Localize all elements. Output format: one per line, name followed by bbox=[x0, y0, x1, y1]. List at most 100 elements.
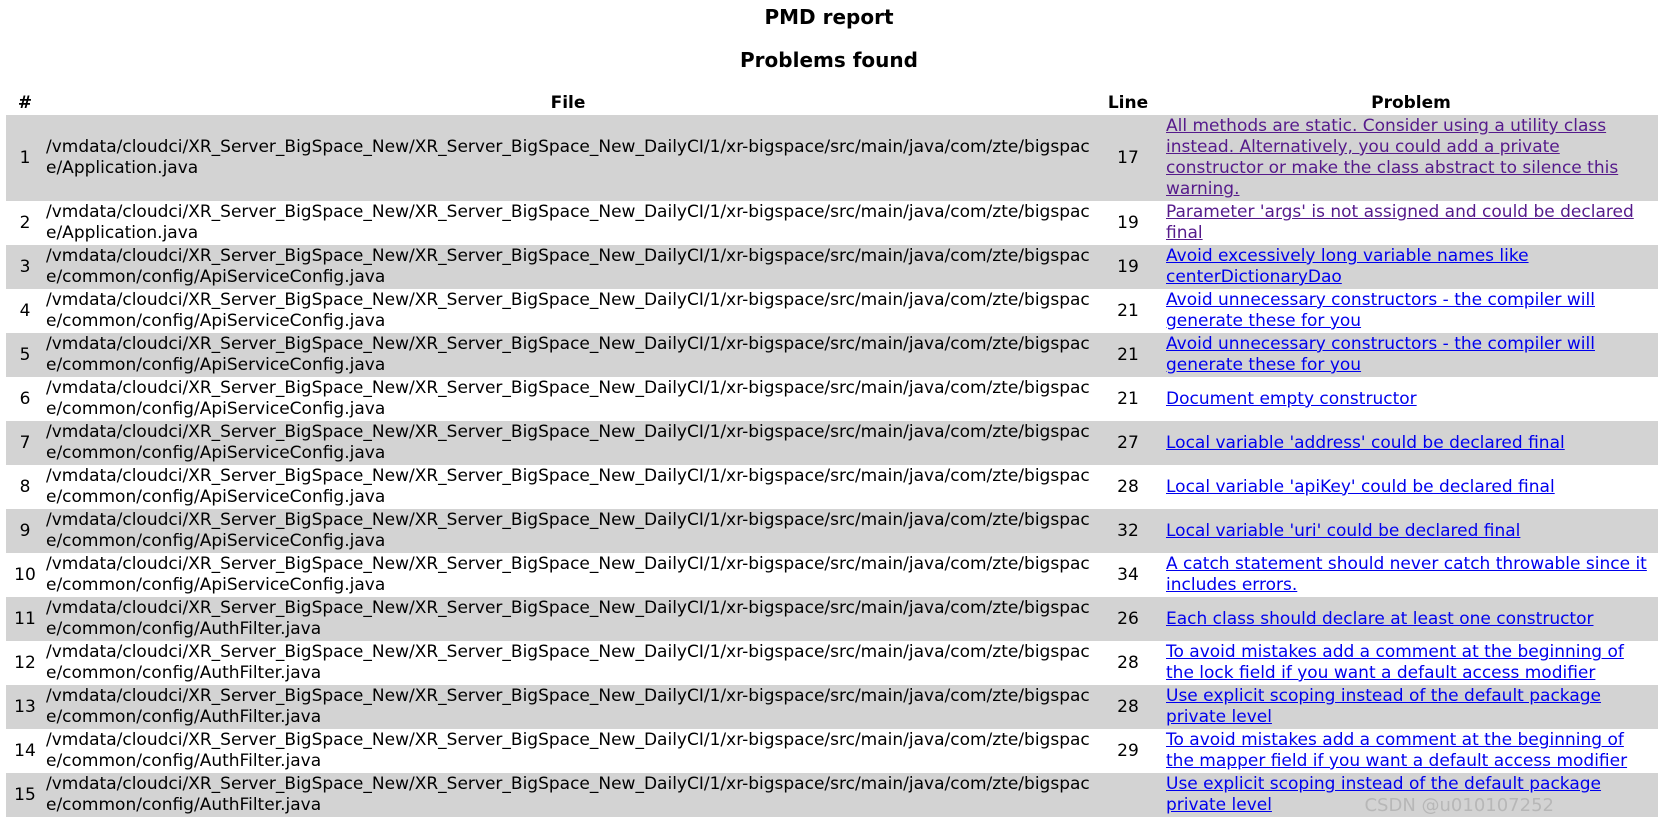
line-number: 26 bbox=[1117, 608, 1139, 629]
problem-cell: Document empty constructor bbox=[1164, 377, 1658, 421]
column-header-file: File bbox=[550, 92, 586, 113]
problem-cell: Parameter 'args' is not assigned and cou… bbox=[1164, 201, 1658, 245]
table-row: 9/vmdata/cloudci/XR_Server_BigSpace_New/… bbox=[6, 509, 1658, 553]
table-row: 6/vmdata/cloudci/XR_Server_BigSpace_New/… bbox=[6, 377, 1658, 421]
problems-table-body: 1/vmdata/cloudci/XR_Server_BigSpace_New/… bbox=[6, 115, 1658, 817]
table-row: 7/vmdata/cloudci/XR_Server_BigSpace_New/… bbox=[6, 421, 1658, 465]
table-row: 5/vmdata/cloudci/XR_Server_BigSpace_New/… bbox=[6, 333, 1658, 377]
file-path: /vmdata/cloudci/XR_Server_BigSpace_New/X… bbox=[46, 290, 1090, 331]
line-number: 21 bbox=[1117, 388, 1139, 409]
table-row: 3/vmdata/cloudci/XR_Server_BigSpace_New/… bbox=[6, 245, 1658, 289]
row-number: 12 bbox=[14, 652, 36, 673]
problem-cell: All methods are static. Consider using a… bbox=[1164, 115, 1658, 201]
file-path: /vmdata/cloudci/XR_Server_BigSpace_New/X… bbox=[46, 202, 1090, 243]
problem-link[interactable]: Use explicit scoping instead of the defa… bbox=[1166, 686, 1601, 727]
problem-link[interactable]: Avoid unnecessary constructors - the com… bbox=[1166, 290, 1595, 331]
problem-cell: Use explicit scoping instead of the defa… bbox=[1164, 685, 1658, 729]
problem-link[interactable]: To avoid mistakes add a comment at the b… bbox=[1166, 642, 1624, 683]
column-header-line: Line bbox=[1107, 92, 1149, 113]
file-path: /vmdata/cloudci/XR_Server_BigSpace_New/X… bbox=[46, 334, 1090, 375]
file-path: /vmdata/cloudci/XR_Server_BigSpace_New/X… bbox=[46, 246, 1090, 287]
file-path: /vmdata/cloudci/XR_Server_BigSpace_New/X… bbox=[46, 598, 1090, 639]
table-row: 13/vmdata/cloudci/XR_Server_BigSpace_New… bbox=[6, 685, 1658, 729]
file-path: /vmdata/cloudci/XR_Server_BigSpace_New/X… bbox=[46, 554, 1090, 595]
row-number: 14 bbox=[14, 740, 36, 761]
line-number: 32 bbox=[1117, 520, 1139, 541]
row-number: 10 bbox=[14, 564, 36, 585]
problem-link[interactable]: Avoid unnecessary constructors - the com… bbox=[1166, 334, 1595, 375]
problem-cell: Avoid unnecessary constructors - the com… bbox=[1164, 333, 1658, 377]
line-number: 27 bbox=[1117, 432, 1139, 453]
table-row: 10/vmdata/cloudci/XR_Server_BigSpace_New… bbox=[6, 553, 1658, 597]
problem-cell: Use explicit scoping instead of the defa… bbox=[1164, 773, 1658, 817]
line-number: 28 bbox=[1117, 476, 1139, 497]
problem-link[interactable]: Local variable 'uri' could be declared f… bbox=[1166, 521, 1520, 541]
file-path: /vmdata/cloudci/XR_Server_BigSpace_New/X… bbox=[46, 137, 1090, 178]
row-number: 5 bbox=[19, 344, 31, 365]
problem-cell: To avoid mistakes add a comment at the b… bbox=[1164, 641, 1658, 685]
line-number: 34 bbox=[1117, 564, 1139, 585]
line-number: 19 bbox=[1117, 256, 1139, 277]
problem-cell: Local variable 'uri' could be declared f… bbox=[1164, 509, 1658, 553]
table-row: 12/vmdata/cloudci/XR_Server_BigSpace_New… bbox=[6, 641, 1658, 685]
line-number: 29 bbox=[1117, 740, 1139, 761]
table-row: 4/vmdata/cloudci/XR_Server_BigSpace_New/… bbox=[6, 289, 1658, 333]
problem-cell: To avoid mistakes add a comment at the b… bbox=[1164, 729, 1658, 773]
line-number: 17 bbox=[1117, 147, 1139, 168]
table-row: 11/vmdata/cloudci/XR_Server_BigSpace_New… bbox=[6, 597, 1658, 641]
line-number: 19 bbox=[1117, 212, 1139, 233]
line-number: 21 bbox=[1117, 344, 1139, 365]
table-row: 1/vmdata/cloudci/XR_Server_BigSpace_New/… bbox=[6, 115, 1658, 201]
file-path: /vmdata/cloudci/XR_Server_BigSpace_New/X… bbox=[46, 774, 1090, 815]
column-header-number: # bbox=[17, 92, 33, 113]
table-row: 14/vmdata/cloudci/XR_Server_BigSpace_New… bbox=[6, 729, 1658, 773]
row-number: 2 bbox=[19, 212, 31, 233]
table-row: 15/vmdata/cloudci/XR_Server_BigSpace_New… bbox=[6, 773, 1658, 817]
row-number: 8 bbox=[19, 476, 31, 497]
pmd-report-page: PMD report Problems found # File Line Pr… bbox=[0, 0, 1658, 823]
file-path: /vmdata/cloudci/XR_Server_BigSpace_New/X… bbox=[46, 422, 1090, 463]
problem-cell: Avoid excessively long variable names li… bbox=[1164, 245, 1658, 289]
problem-link[interactable]: Local variable 'address' could be declar… bbox=[1166, 433, 1565, 453]
problem-link[interactable]: Avoid excessively long variable names li… bbox=[1166, 246, 1529, 287]
row-number: 4 bbox=[19, 300, 31, 321]
row-number: 15 bbox=[14, 784, 36, 805]
problem-cell: A catch statement should never catch thr… bbox=[1164, 553, 1658, 597]
problem-link[interactable]: Each class should declare at least one c… bbox=[1166, 609, 1594, 629]
problem-link[interactable]: Document empty constructor bbox=[1166, 389, 1417, 409]
problem-cell: Local variable 'address' could be declar… bbox=[1164, 421, 1658, 465]
problems-table: # File Line Problem 1/vmdata/cloudci/XR_… bbox=[6, 91, 1658, 817]
file-path: /vmdata/cloudci/XR_Server_BigSpace_New/X… bbox=[46, 642, 1090, 683]
problem-link[interactable]: To avoid mistakes add a comment at the b… bbox=[1166, 730, 1627, 771]
problem-link[interactable]: Use explicit scoping instead of the defa… bbox=[1166, 774, 1601, 815]
section-title: Problems found bbox=[740, 48, 918, 72]
problem-link[interactable]: A catch statement should never catch thr… bbox=[1166, 554, 1647, 595]
file-path: /vmdata/cloudci/XR_Server_BigSpace_New/X… bbox=[46, 730, 1090, 771]
line-number: 28 bbox=[1117, 696, 1139, 717]
row-number: 6 bbox=[19, 388, 31, 409]
file-path: /vmdata/cloudci/XR_Server_BigSpace_New/X… bbox=[46, 378, 1090, 419]
problem-cell: Local variable 'apiKey' could be declare… bbox=[1164, 465, 1658, 509]
row-number: 13 bbox=[14, 696, 36, 717]
problem-link[interactable]: Local variable 'apiKey' could be declare… bbox=[1166, 477, 1555, 497]
row-number: 3 bbox=[19, 256, 31, 277]
line-number: 28 bbox=[1117, 652, 1139, 673]
problem-link[interactable]: All methods are static. Consider using a… bbox=[1166, 116, 1618, 199]
line-number: 21 bbox=[1117, 300, 1139, 321]
file-path: /vmdata/cloudci/XR_Server_BigSpace_New/X… bbox=[46, 510, 1090, 551]
row-number: 1 bbox=[19, 147, 31, 168]
report-title: PMD report bbox=[764, 5, 894, 29]
row-number: 11 bbox=[14, 608, 36, 629]
problem-cell: Avoid unnecessary constructors - the com… bbox=[1164, 289, 1658, 333]
problem-cell: Each class should declare at least one c… bbox=[1164, 597, 1658, 641]
file-path: /vmdata/cloudci/XR_Server_BigSpace_New/X… bbox=[46, 686, 1090, 727]
row-number: 7 bbox=[19, 432, 31, 453]
problem-link[interactable]: Parameter 'args' is not assigned and cou… bbox=[1166, 202, 1634, 243]
row-number: 9 bbox=[19, 520, 31, 541]
table-header-row: # File Line Problem bbox=[6, 91, 1658, 115]
column-header-problem: Problem bbox=[1371, 92, 1451, 113]
table-row: 2/vmdata/cloudci/XR_Server_BigSpace_New/… bbox=[6, 201, 1658, 245]
table-row: 8/vmdata/cloudci/XR_Server_BigSpace_New/… bbox=[6, 465, 1658, 509]
file-path: /vmdata/cloudci/XR_Server_BigSpace_New/X… bbox=[46, 466, 1090, 507]
line-number bbox=[1092, 773, 1164, 817]
